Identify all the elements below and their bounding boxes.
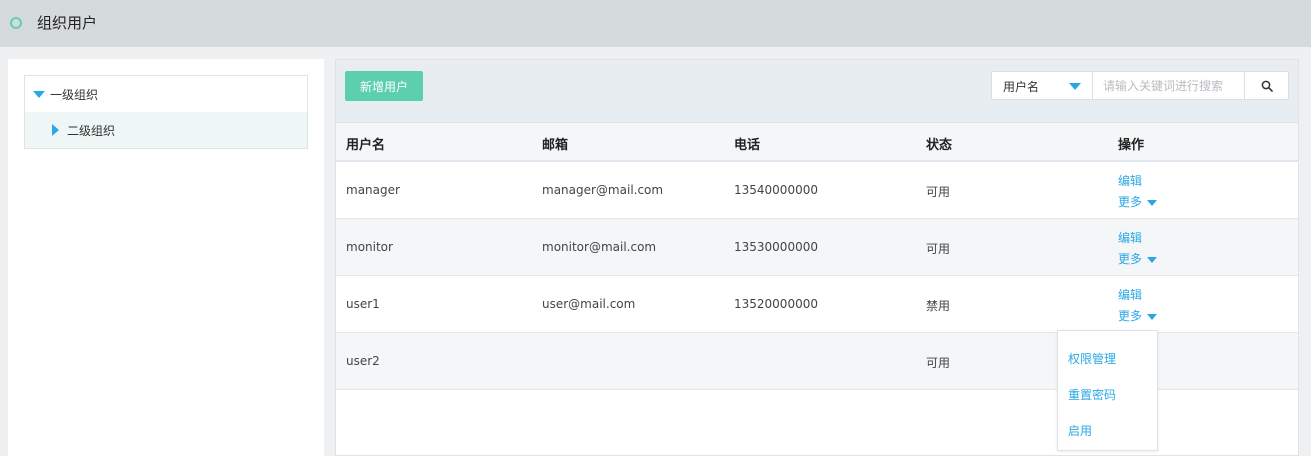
tree-node-level1[interactable]: 一级组织	[25, 76, 307, 112]
circle-icon	[10, 17, 22, 29]
cell-username: manager	[346, 183, 400, 197]
add-user-button[interactable]: 新增用户	[345, 71, 423, 101]
cell-username: user1	[346, 297, 380, 311]
cell-status: 可用	[926, 356, 951, 370]
search-field-select[interactable]: 用户名	[992, 72, 1093, 99]
cell-username: user2	[346, 354, 380, 368]
cell-phone: 13530000000	[734, 240, 818, 254]
chevron-down-icon	[1147, 199, 1158, 206]
cell-email: monitor@mail.com	[542, 240, 657, 254]
menu-item-reset-password[interactable]: 重置密码	[1068, 386, 1116, 403]
chevron-down-icon	[1147, 313, 1158, 320]
column-header-actions: 操作	[1118, 138, 1145, 153]
tree-node-label: 一级组织	[50, 87, 99, 102]
toolbar: 新增用户 用户名	[336, 60, 1298, 122]
table-header: 用户名 邮箱 电话 状态 操作	[336, 122, 1298, 162]
more-label: 更多	[1118, 252, 1143, 266]
column-header-status: 状态	[926, 138, 953, 153]
row-actions: 编辑 更多	[1118, 285, 1158, 327]
search-icon	[1261, 80, 1273, 92]
cell-status: 禁用	[926, 299, 951, 313]
org-tree-panel: 一级组织 二级组织	[8, 59, 324, 456]
org-tree: 一级组织 二级组织	[24, 75, 308, 149]
table-row: monitor monitor@mail.com 13530000000 可用 …	[336, 219, 1298, 276]
table-row: user1 user@mail.com 13520000000 禁用 编辑 更多	[336, 276, 1298, 333]
menu-item-enable[interactable]: 启用	[1068, 422, 1092, 439]
column-header-username: 用户名	[346, 138, 386, 153]
cell-username: monitor	[346, 240, 393, 254]
more-dropdown-toggle[interactable]: 更多	[1118, 249, 1158, 270]
table-row: manager manager@mail.com 13540000000 可用 …	[336, 162, 1298, 219]
edit-link[interactable]: 编辑	[1118, 285, 1157, 306]
cell-email: manager@mail.com	[542, 183, 664, 197]
more-actions-menu: 权限管理 重置密码 启用	[1057, 330, 1158, 451]
page-header: 组织用户	[0, 0, 1311, 47]
expand-down-icon[interactable]	[33, 90, 45, 98]
search-bar: 用户名	[991, 71, 1289, 100]
tree-node-label: 二级组织	[67, 123, 116, 138]
cell-status: 可用	[926, 242, 951, 256]
menu-item-permissions[interactable]: 权限管理	[1068, 350, 1116, 367]
chevron-down-icon	[1147, 256, 1158, 263]
more-label: 更多	[1118, 195, 1143, 209]
edit-link[interactable]: 编辑	[1118, 171, 1157, 192]
cell-phone: 13540000000	[734, 183, 818, 197]
more-label: 更多	[1118, 309, 1143, 323]
expand-right-icon[interactable]	[52, 124, 59, 136]
cell-status: 可用	[926, 185, 951, 199]
cell-email: user@mail.com	[542, 297, 636, 311]
more-dropdown-toggle[interactable]: 更多	[1118, 192, 1158, 213]
search-input[interactable]	[1093, 72, 1243, 99]
row-actions: 编辑 更多	[1118, 171, 1158, 213]
chevron-down-icon	[1069, 83, 1081, 90]
page-title: 组织用户	[37, 14, 98, 32]
edit-link[interactable]: 编辑	[1118, 228, 1157, 249]
column-header-email: 邮箱	[542, 138, 569, 153]
cell-phone: 13520000000	[734, 297, 818, 311]
search-field-value: 用户名	[1003, 80, 1040, 94]
tree-node-level2[interactable]: 二级组织	[25, 112, 307, 148]
column-header-phone: 电话	[734, 138, 761, 153]
row-actions: 编辑 更多	[1118, 228, 1158, 270]
search-button[interactable]	[1244, 72, 1289, 99]
more-dropdown-toggle[interactable]: 更多	[1118, 306, 1158, 327]
